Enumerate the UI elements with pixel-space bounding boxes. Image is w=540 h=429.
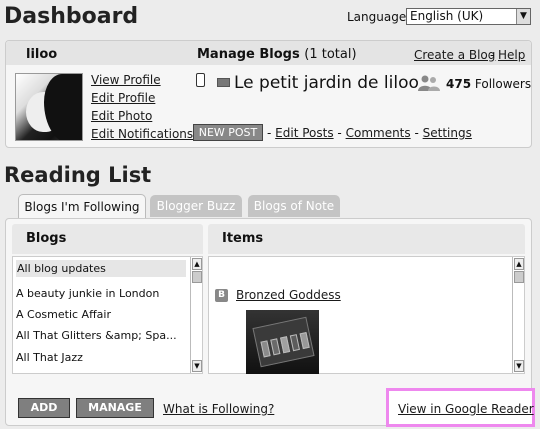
- scroll-thumb[interactable]: [192, 271, 202, 283]
- manage-blogs-count: (1 total): [304, 47, 357, 62]
- list-item[interactable]: All blog updates: [16, 260, 186, 277]
- items-column-header: Items: [208, 224, 525, 254]
- edit-profile-link[interactable]: Edit Profile: [91, 91, 155, 105]
- mail-icon[interactable]: [217, 78, 230, 87]
- comments-link[interactable]: Comments: [346, 126, 411, 140]
- tab-blogs-of-note[interactable]: Blogs of Note: [248, 195, 340, 217]
- language-label: Language:: [347, 10, 411, 24]
- edit-posts-link[interactable]: Edit Posts: [275, 126, 333, 140]
- dropdown-arrow-icon[interactable]: ▼: [516, 9, 530, 24]
- scroll-thumb[interactable]: [514, 271, 524, 283]
- items-scrollbar[interactable]: ▲ ▼: [512, 257, 524, 373]
- list-item[interactable]: All That Glitters &amp; Spa...: [16, 329, 177, 342]
- header-separator: -: [490, 48, 495, 62]
- settings-link[interactable]: Settings: [423, 126, 472, 140]
- manage-blogs-label: Manage Blogs: [197, 47, 300, 62]
- manage-blogs-heading: Manage Blogs (1 total): [197, 47, 357, 62]
- list-item[interactable]: All That Jazz: [16, 351, 83, 364]
- what-is-following-link[interactable]: What is Following?: [163, 402, 274, 416]
- scroll-down-icon[interactable]: ▼: [514, 360, 524, 372]
- edit-photo-link[interactable]: Edit Photo: [91, 109, 152, 123]
- dash-sep: -: [267, 126, 272, 140]
- blogger-icon: B: [215, 289, 228, 302]
- item-thumbnail-image[interactable]: [246, 310, 319, 374]
- followers-number: 475: [446, 77, 472, 91]
- language-select[interactable]: English (UK) ▼: [406, 8, 531, 25]
- help-link[interactable]: Help: [498, 48, 525, 62]
- blog-list-scrollbar[interactable]: ▲ ▼: [190, 257, 202, 373]
- edit-notifications-link[interactable]: Edit Notifications: [91, 127, 193, 141]
- view-profile-link[interactable]: View Profile: [91, 73, 161, 87]
- manage-button[interactable]: MANAGE: [76, 398, 154, 418]
- followers-icon: [418, 75, 440, 91]
- tab-blogs-following[interactable]: Blogs I'm Following: [18, 194, 146, 218]
- page-title: Dashboard: [4, 4, 139, 29]
- reading-list-title: Reading List: [4, 163, 152, 187]
- list-item[interactable]: A beauty junkie in London: [16, 287, 159, 300]
- tab-blogger-buzz[interactable]: Blogger Buzz: [150, 195, 242, 217]
- scroll-up-icon[interactable]: ▲: [514, 258, 524, 270]
- scroll-down-icon[interactable]: ▼: [192, 360, 202, 372]
- followers-count: 475 Followers: [446, 77, 531, 91]
- post-links: - Edit Posts - Comments - Settings: [267, 126, 472, 140]
- list-item[interactable]: A Cosmetic Affair: [16, 308, 111, 321]
- blogs-column-header: Blogs: [12, 224, 203, 254]
- phone-icon[interactable]: [196, 73, 205, 87]
- dash-sep: -: [337, 126, 342, 140]
- username: liloo: [26, 47, 58, 62]
- view-google-reader-link[interactable]: View in Google Reader: [398, 402, 534, 416]
- create-blog-link[interactable]: Create a Blog: [414, 48, 495, 62]
- avatar[interactable]: [15, 73, 83, 141]
- language-value: English (UK): [410, 9, 484, 23]
- dash-sep: -: [414, 126, 419, 140]
- add-button[interactable]: ADD: [18, 398, 70, 418]
- blog-list[interactable]: All blog updates A beauty junkie in Lond…: [12, 256, 203, 374]
- followers-label: Followers: [474, 77, 532, 91]
- scroll-up-icon[interactable]: ▲: [192, 258, 202, 270]
- new-post-button[interactable]: NEW POST: [193, 124, 263, 141]
- item-title-link[interactable]: Bronzed Goddess: [236, 288, 341, 302]
- blog-title[interactable]: Le petit jardin de liloo: [234, 73, 419, 93]
